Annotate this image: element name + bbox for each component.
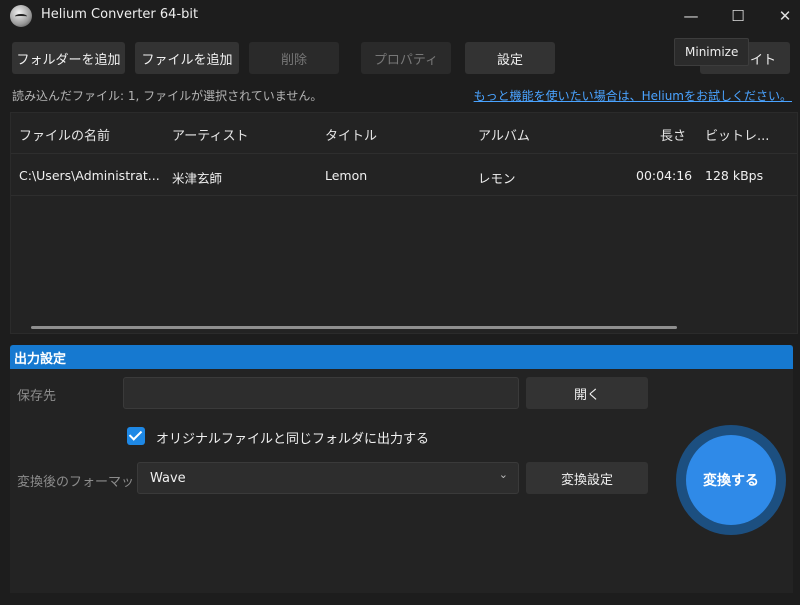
- cell-bitrate: 128 kBps: [705, 168, 764, 183]
- column-header-filename[interactable]: ファイルの名前: [19, 125, 110, 144]
- convert-settings-button[interactable]: 変換設定: [526, 462, 648, 494]
- delete-button[interactable]: 削除: [249, 42, 339, 74]
- same-folder-checkbox[interactable]: [127, 427, 145, 445]
- format-select-value: Wave: [150, 471, 186, 486]
- format-label: 変換後のフォーマット:: [17, 475, 152, 490]
- convert-button[interactable]: 変換する: [686, 435, 776, 525]
- output-settings-header: 出力設定: [10, 345, 793, 369]
- cell-artist: 米津玄師: [172, 171, 223, 186]
- save-to-input[interactable]: [123, 377, 519, 409]
- window-title: Helium Converter 64-bit: [41, 7, 199, 22]
- save-to-label: 保存先: [17, 389, 57, 404]
- properties-button[interactable]: プロパティ: [361, 42, 451, 74]
- cell-album: レモン: [478, 171, 516, 186]
- chevron-down-icon: ⌄: [498, 468, 508, 481]
- column-header-artist[interactable]: アーティスト: [172, 125, 248, 144]
- column-header-album[interactable]: アルバム: [478, 125, 530, 144]
- same-folder-label[interactable]: オリジナルファイルと同じフォルダに出力する: [156, 428, 429, 447]
- settings-button[interactable]: 設定: [465, 42, 555, 74]
- column-header-length[interactable]: 長さ: [660, 125, 686, 144]
- cell-filename: C:\Users\Administrat...: [19, 168, 160, 183]
- file-table: ファイルの名前 アーティスト タイトル アルバム 長さ ビットレ... C:\U…: [10, 112, 798, 334]
- open-button[interactable]: 開く: [526, 377, 648, 409]
- column-header-bitrate[interactable]: ビットレ...: [705, 125, 769, 144]
- title-bar: Helium Converter 64-bit — ☐ ✕: [0, 0, 800, 32]
- helium-app-icon: [10, 5, 32, 27]
- helium-promo-link[interactable]: もっと機能を使いたい場合は、Heliumをお試しください。: [474, 87, 792, 104]
- minimize-button[interactable]: —: [668, 0, 714, 32]
- minimize-tooltip: Minimize: [674, 38, 750, 66]
- format-select[interactable]: Wave ⌄: [137, 462, 519, 494]
- table-header: ファイルの名前 アーティスト タイトル アルバム 長さ ビットレ...: [11, 113, 797, 154]
- cell-title: Lemon: [325, 168, 368, 183]
- add-file-button[interactable]: ファイルを追加: [135, 42, 239, 74]
- add-folder-button[interactable]: フォルダーを追加: [12, 42, 125, 74]
- horizontal-scrollbar[interactable]: [31, 326, 677, 329]
- output-settings-title: 出力設定: [14, 352, 67, 367]
- cell-length: 00:04:16: [636, 168, 693, 183]
- table-row[interactable]: C:\Users\Administrat... 米津玄師 Lemon レモン 0…: [11, 155, 797, 196]
- loaded-files-status: 読み込んだファイル: 1, ファイルが選択されていません。: [12, 89, 323, 103]
- close-button[interactable]: ✕: [762, 0, 800, 32]
- column-header-title[interactable]: タイトル: [325, 125, 377, 144]
- maximize-button[interactable]: ☐: [715, 0, 761, 32]
